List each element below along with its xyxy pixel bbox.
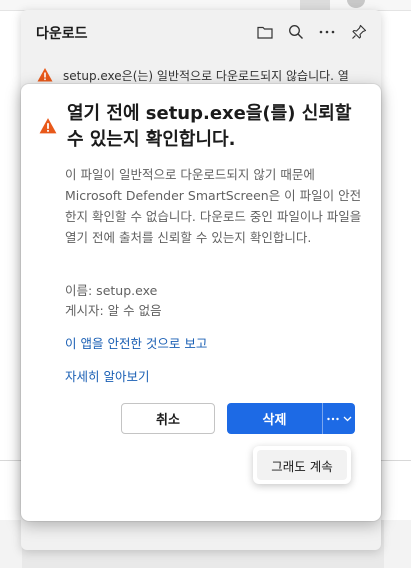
more-actions-button[interactable] bbox=[323, 403, 355, 434]
pin-icon bbox=[352, 24, 367, 39]
open-folder-button[interactable] bbox=[253, 20, 277, 44]
downloads-header: 다운로드 bbox=[21, 10, 381, 54]
downloads-toolbar-button[interactable] bbox=[300, 0, 330, 10]
learn-more-link[interactable]: 자세히 알아보기 bbox=[65, 366, 149, 385]
folder-icon bbox=[257, 26, 273, 39]
smartscreen-dialog: 열기 전에 setup.exe을(를) 신뢰할 수 있는지 확인합니다. 이 파… bbox=[21, 84, 381, 521]
search-icon bbox=[289, 25, 303, 39]
download-item-text: setup.exe은(는) 일반적으로 다운로드되지 않습니다. 열 bbox=[63, 69, 349, 83]
profile-avatar[interactable] bbox=[347, 0, 365, 8]
more-options-button[interactable] bbox=[315, 20, 339, 44]
publisher-label: 게시자: 알 수 없음 bbox=[65, 303, 162, 318]
dialog-title: 열기 전에 setup.exe을(를) 신뢰할 수 있는지 확인합니다. bbox=[67, 103, 352, 150]
more-actions-menu: 그래도 계속 bbox=[253, 446, 351, 484]
more-icon bbox=[326, 417, 339, 420]
pin-downloads-button[interactable] bbox=[347, 20, 371, 44]
downloads-title: 다운로드 bbox=[36, 26, 88, 42]
cancel-button[interactable]: 취소 bbox=[121, 403, 215, 434]
delete-button[interactable]: 삭제 bbox=[227, 403, 322, 434]
dialog-description: 이 파일이 일반적으로 다운로드되지 않기 때문에 Microsoft Defe… bbox=[65, 167, 362, 245]
search-downloads-button[interactable] bbox=[284, 20, 308, 44]
report-safe-link[interactable]: 이 앱을 안전한 것으로 보고 bbox=[65, 333, 207, 352]
warning-icon bbox=[37, 68, 53, 82]
keep-anyway-menu-item[interactable]: 그래도 계속 bbox=[257, 450, 347, 480]
file-name-label: 이름: setup.exe bbox=[65, 283, 158, 298]
warning-icon bbox=[39, 118, 57, 134]
more-icon bbox=[319, 30, 335, 34]
chevron-down-icon bbox=[343, 416, 351, 421]
